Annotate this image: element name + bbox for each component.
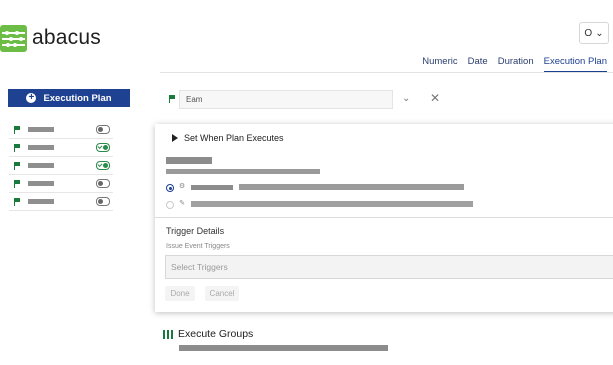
tab-numeric[interactable]: Numeric [422,56,457,73]
sidebar-plan-item[interactable] [9,193,113,211]
expand-triangle-icon [172,134,178,142]
sidebar-plan-item[interactable] [9,175,113,193]
flag-icon [14,197,20,206]
plus-circle-icon: + [26,93,37,103]
panel-header-title: Set When Plan Executes [184,133,284,143]
tab-duration[interactable]: Duration [498,56,534,73]
sidebar-plan-item[interactable] [9,139,113,157]
panel-divider [155,217,613,218]
trigger-panel: Set When Plan Executes ⚙ ✎ Trigger Detai… [155,124,613,312]
tab-execution-plan[interactable]: Execution Plan [543,56,607,73]
select-placeholder: Select Triggers [171,262,228,272]
plan-toggle[interactable] [96,125,110,134]
tab-date[interactable]: Date [468,56,488,73]
close-icon[interactable]: ✕ [430,91,440,105]
plan-name-redacted [28,181,54,186]
option-description-redacted [191,201,473,207]
plan-name-value: Eam [186,95,203,104]
option-description-redacted [239,184,464,190]
select-triggers-dropdown[interactable]: Select Triggers [165,255,613,279]
issue-event-label: Issue Event Triggers [166,243,230,250]
section-description-redacted [166,169,320,174]
option-radio-selected[interactable] [166,184,174,192]
pin-icon: ✎ [179,200,185,207]
flag-icon [14,143,20,152]
plan-toggle[interactable] [96,197,110,206]
brand-name: abacus [32,26,101,49]
done-button[interactable]: Done [165,286,195,301]
plan-name-redacted [28,163,54,168]
execute-groups-title: Execute Groups [178,328,254,340]
user-menu-button[interactable]: O ⌄ [579,22,609,44]
option-icon: ⚙ [178,183,186,190]
option-radio[interactable] [166,201,174,209]
plan-toggle[interactable] [96,143,110,152]
add-execution-plan-button[interactable]: + Execution Plan [8,89,130,107]
plan-name-redacted [28,127,54,132]
chevron-down-icon: ⌄ [595,27,604,39]
groups-icon [163,330,173,339]
user-initial: O [584,27,593,39]
add-execution-plan-label: Execution Plan [43,92,112,104]
panel-header[interactable]: Set When Plan Executes [172,133,284,143]
tab-bar: Numeric Date Duration Execution Plan [422,56,607,73]
app-logo: abacus [0,24,101,52]
tabs-divider [160,72,613,73]
plan-name-redacted [28,145,54,150]
cancel-button[interactable]: Cancel [205,286,239,301]
plan-toggle[interactable] [96,179,110,188]
execute-groups-description-redacted [179,345,388,351]
chevron-down-icon[interactable]: ⌄ [402,93,410,104]
plan-name-redacted [28,199,54,204]
flag-icon [14,179,20,188]
option-label-redacted [191,185,233,190]
section-heading-redacted [166,157,212,164]
sidebar-plan-item[interactable] [9,157,113,175]
plan-name-input[interactable]: Eam [179,90,393,109]
sidebar-plan-item[interactable] [9,121,113,139]
abacus-logo-icon [0,24,27,52]
flag-icon [14,125,20,134]
trigger-details-title: Trigger Details [166,226,225,236]
flag-icon [14,161,20,170]
plan-toggle[interactable] [96,161,110,170]
